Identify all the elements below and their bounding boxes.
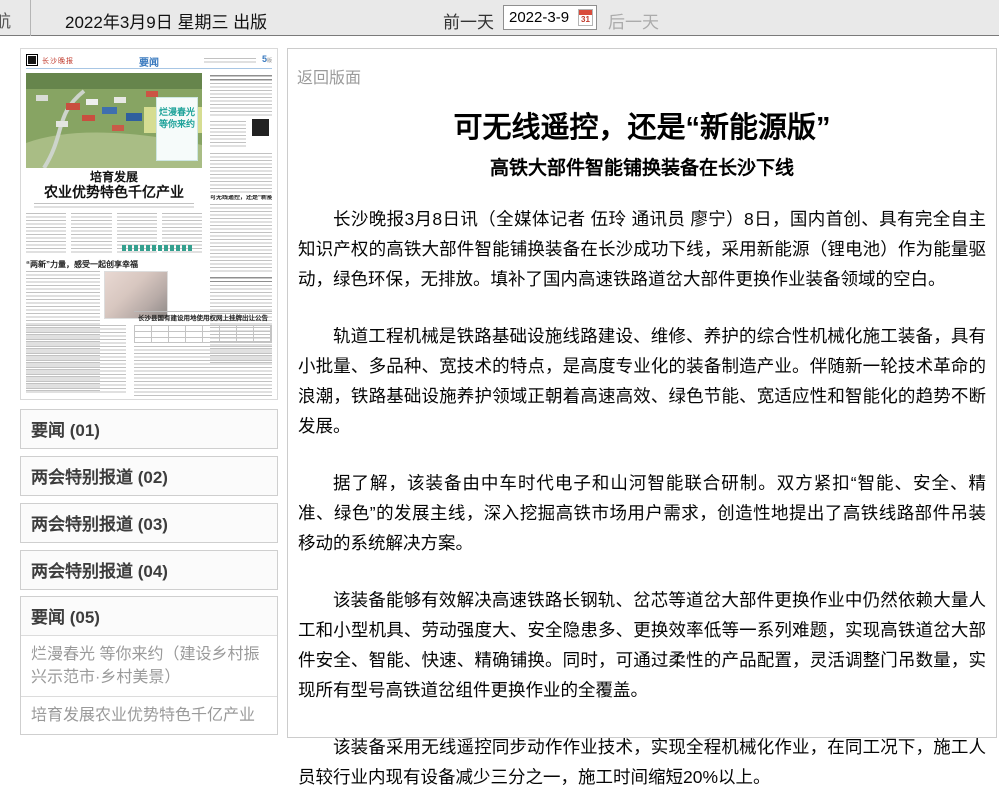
thumb-masthead-meta <box>204 58 256 64</box>
calendar-icon-day: 31 <box>579 15 592 25</box>
sidebar-item-yaowen-05[interactable]: 要闻 (05) <box>21 597 277 635</box>
sidebar-article-link-1[interactable]: 烂漫春光 等你来约（建设乡村振兴示范市·乡村美景） <box>21 635 277 696</box>
sidebar-section-02: 两会特别报道 (02) <box>20 456 278 496</box>
thumb-story2-headline: “两新”力量，感受一起创享幸福 <box>26 259 146 270</box>
thumb-subheadline-bar <box>34 203 194 208</box>
thumb-promo-line2: 等你来约 <box>157 118 197 130</box>
thumb-story2-text2 <box>26 325 126 395</box>
thumb-notice-text <box>134 346 272 398</box>
sidebar-section-03: 两会特别报道 (03) <box>20 503 278 543</box>
calendar-icon[interactable]: 31 <box>578 9 593 26</box>
nav-label-fragment[interactable]: 航 <box>0 7 11 32</box>
thumb-right-headline-bar2 <box>210 277 272 282</box>
sidebar-section-04: 两会特别报道 (04) <box>20 550 278 590</box>
sidebar-item-lianghui-03[interactable]: 两会特别报道 (03) <box>21 504 277 542</box>
page-thumbnail[interactable]: 长沙晚报 要闻 5版 烂漫春光 等你来约 <box>20 48 278 400</box>
article-paragraph-2: 轨道工程机械是铁路基础设施线路建设、维修、养护的综合性机械化施工装备，具有小批量… <box>298 321 986 441</box>
page-thumbnail-inner: 长沙晚报 要闻 5版 烂漫春光 等你来约 <box>26 53 272 397</box>
article-subtitle: 高铁大部件智能铺换装备在长沙下线 <box>288 153 996 180</box>
article-paragraph-5: 该装备采用无线遥控同步动作作业技术，实现全程机械化作业，在同工况下，施工人员较行… <box>298 732 986 792</box>
thumb-promo-card: 烂漫春光 等你来约 <box>156 97 198 161</box>
thumb-right-text3 <box>210 153 272 193</box>
thumb-page-number: 5版 <box>262 54 272 64</box>
article-panel: 返回版面 可无线遥控，还是“新能源版” 高铁大部件智能铺换装备在长沙下线 长沙晚… <box>287 48 997 738</box>
sidebar-item-yaowen-01[interactable]: 要闻 (01) <box>21 410 277 448</box>
thumb-promo-line1: 烂漫春光 <box>157 106 197 118</box>
article-paragraph-4: 该装备能够有效解决高速铁路长钢轨、岔芯等道岔大部件更换作业中仍然依赖大量人工和小… <box>298 585 986 705</box>
article-paragraph-1: 长沙晚报3月8日讯（全媒体记者 伍玲 通讯员 廖宁）8日，国内首创、具有完全自主… <box>298 204 986 294</box>
date-picker: 31 <box>503 5 597 30</box>
top-bar-divider <box>30 0 31 36</box>
thumb-stamp-bar <box>122 245 192 251</box>
thumb-masthead: 长沙晚报 要闻 5版 <box>26 53 272 69</box>
sidebar-item-lianghui-02[interactable]: 两会特别报道 (02) <box>21 457 277 495</box>
next-day-button[interactable]: 后一天 <box>608 8 659 33</box>
sidebar-section-01: 要闻 (01) <box>20 409 278 449</box>
thumb-notice-headline: 长沙县国有建设用地使用权网上挂牌出让公告 <box>134 314 272 323</box>
thumb-main-headline: 培育发展 农业优势特色千亿产业 <box>26 171 202 200</box>
thumb-right-text2 <box>210 121 246 147</box>
publish-date-label: 2022年3月9日 星期三 出版 <box>65 8 267 33</box>
back-to-page-link[interactable]: 返回版面 <box>297 64 361 88</box>
article-paragraph-3: 据了解，该装备由中车时代电子和山河智能联合研制。双方紧扣“智能、安全、精准、绿色… <box>298 468 986 558</box>
thumb-right-text4 <box>210 204 272 274</box>
thumb-right-text <box>210 83 272 117</box>
top-bar: 航 2022年3月9日 星期三 出版 前一天 31 后一天 <box>0 0 999 36</box>
sidebar-article-link-2[interactable]: 培育发展农业优势特色千亿产业 <box>21 696 277 734</box>
thumb-right-headline-bar <box>210 75 272 81</box>
article-body: 长沙晚报3月8日讯（全媒体记者 伍玲 通讯员 廖宁）8日，国内首创、具有完全自主… <box>288 204 996 792</box>
sidebar-item-lianghui-04[interactable]: 两会特别报道 (04) <box>21 551 277 589</box>
thumb-notice-table <box>134 325 272 343</box>
article-title: 可无线遥控，还是“新能源版” <box>288 104 996 146</box>
thumb-notice-block: 长沙县国有建设用地使用权网上挂牌出让公告 <box>134 311 272 395</box>
sidebar-section-05: 要闻 (05) 烂漫春光 等你来约（建设乡村振兴示范市·乡村美景） 培育发展农业… <box>20 596 278 735</box>
qr-code-icon <box>250 117 271 138</box>
prev-day-button[interactable]: 前一天 <box>443 8 494 33</box>
thumb-current-article-headline: 可无线遥控，还是“新能源版” <box>210 195 272 202</box>
